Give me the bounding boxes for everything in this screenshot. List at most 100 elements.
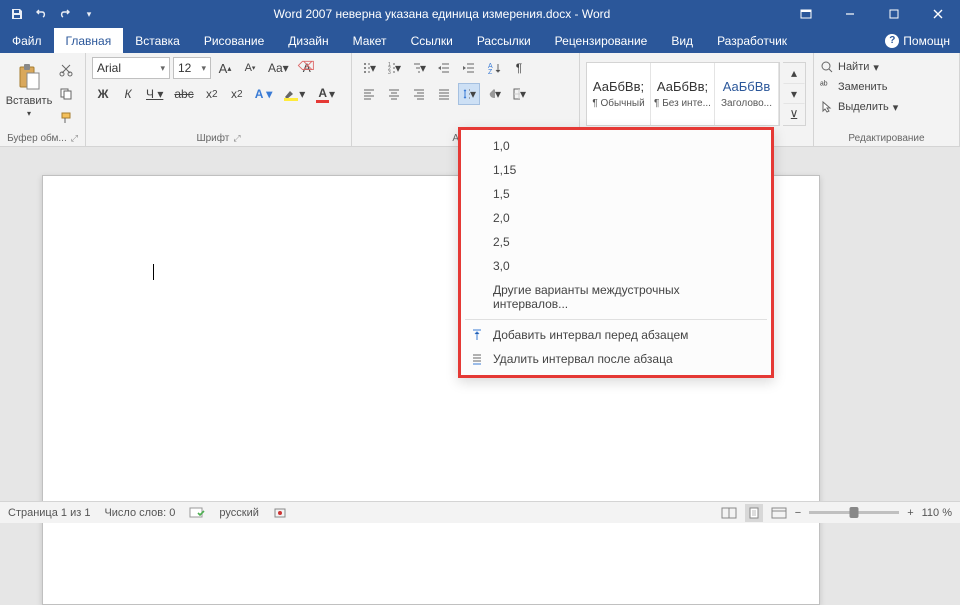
line-spacing-1-5[interactable]: 1,5 (461, 182, 771, 206)
group-font: Arial 12 A▴ A▾ Aa▾ A⌫ Ж К Ч ▾ abc x2 x2 … (86, 53, 352, 146)
borders-icon[interactable]: ▾ (508, 83, 530, 105)
grow-font-icon[interactable]: A▴ (214, 57, 236, 79)
replace-button[interactable]: ᵃᵇЗаменить (820, 77, 953, 97)
strikethrough-icon[interactable]: abc (170, 83, 197, 105)
clear-formatting-icon[interactable]: A⌫ (296, 57, 318, 79)
status-word-count[interactable]: Число слов: 0 (104, 507, 175, 519)
tab-view[interactable]: Вид (659, 28, 705, 53)
highlight-icon[interactable]: ▾ (279, 83, 309, 105)
redo-icon[interactable] (54, 3, 76, 25)
group-clipboard-label: Буфер обм...⤢ (6, 131, 79, 144)
shrink-font-icon[interactable]: A▾ (239, 57, 261, 79)
font-color-icon[interactable]: A ▾ (312, 83, 339, 105)
style-normal[interactable]: АаБбВв; ¶ Обычный (587, 63, 651, 125)
copy-icon[interactable] (55, 83, 77, 105)
bullets-icon[interactable]: ▾ (358, 57, 380, 79)
svg-text:3: 3 (388, 70, 391, 75)
find-button[interactable]: Найти ▾ (820, 57, 953, 77)
align-right-icon[interactable] (408, 83, 430, 105)
save-icon[interactable] (6, 3, 28, 25)
align-left-icon[interactable] (358, 83, 380, 105)
numbering-icon[interactable]: 123▾ (383, 57, 405, 79)
view-web-icon[interactable] (771, 506, 787, 520)
ribbon-display-icon[interactable] (784, 0, 828, 28)
multilevel-list-icon[interactable]: ▾ (408, 57, 430, 79)
align-center-icon[interactable] (383, 83, 405, 105)
close-icon[interactable] (916, 0, 960, 28)
window-controls (784, 0, 960, 28)
help-icon: ? (885, 34, 899, 48)
line-spacing-2-5[interactable]: 2,5 (461, 230, 771, 254)
style-heading[interactable]: АаБбВв Заголово... (715, 63, 779, 125)
increase-indent-icon[interactable] (458, 57, 480, 79)
tab-developer[interactable]: Разработчик (705, 28, 799, 53)
tab-design[interactable]: Дизайн (276, 28, 340, 53)
format-painter-icon[interactable] (55, 107, 77, 129)
decrease-indent-icon[interactable] (433, 57, 455, 79)
tab-insert[interactable]: Вставка (123, 28, 192, 53)
add-space-before-icon (469, 327, 485, 343)
font-launcher-icon[interactable]: ⤢ (233, 133, 240, 143)
tab-home[interactable]: Главная (54, 28, 124, 53)
font-name-select[interactable]: Arial (92, 57, 170, 79)
zoom-out-icon[interactable]: − (795, 507, 801, 519)
font-size-select[interactable]: 12 (173, 57, 211, 79)
minimize-icon[interactable] (828, 0, 872, 28)
text-effects-icon[interactable]: A ▾ (251, 83, 277, 105)
superscript-icon[interactable]: x2 (226, 83, 248, 105)
justify-icon[interactable] (433, 83, 455, 105)
maximize-icon[interactable] (872, 0, 916, 28)
subscript-icon[interactable]: x2 (201, 83, 223, 105)
styles-more-icon[interactable]: ⊻ (783, 104, 805, 125)
underline-icon[interactable]: Ч ▾ (142, 83, 167, 105)
change-case-icon[interactable]: Aa▾ (264, 57, 293, 79)
text-cursor (153, 264, 154, 280)
line-spacing-menu: 1,0 1,15 1,5 2,0 2,5 3,0 Другие варианты… (458, 127, 774, 378)
line-spacing-1-15[interactable]: 1,15 (461, 158, 771, 182)
remove-space-after[interactable]: Удалить интервал после абзаца (461, 347, 771, 371)
add-space-before[interactable]: Добавить интервал перед абзацем (461, 323, 771, 347)
view-print-icon[interactable] (745, 504, 763, 522)
select-button[interactable]: Выделить ▾ (820, 97, 953, 117)
status-macro-icon[interactable] (273, 506, 287, 520)
title-bar: ▾ Word 2007 неверна указана единица изме… (0, 0, 960, 28)
styles-gallery[interactable]: АаБбВв; ¶ Обычный АаБбВв; ¶ Без инте... … (586, 62, 780, 126)
status-page[interactable]: Страница 1 из 1 (8, 507, 90, 519)
tab-review[interactable]: Рецензирование (543, 28, 660, 53)
status-spellcheck-icon[interactable] (189, 506, 205, 520)
tab-file[interactable]: Файл (0, 28, 54, 53)
svg-text:Z: Z (488, 69, 493, 75)
style-no-spacing[interactable]: АаБбВв; ¶ Без инте... (651, 63, 715, 125)
line-spacing-3-0[interactable]: 3,0 (461, 254, 771, 278)
bold-icon[interactable]: Ж (92, 83, 114, 105)
status-language[interactable]: русский (219, 507, 258, 519)
group-clipboard: Вставить ▾ Буфер обм...⤢ (0, 53, 86, 146)
undo-icon[interactable] (30, 3, 52, 25)
clipboard-launcher-icon[interactable]: ⤢ (71, 133, 78, 143)
sort-icon[interactable]: AZ (483, 57, 505, 79)
show-marks-icon[interactable]: ¶ (508, 57, 530, 79)
remove-space-after-icon (469, 351, 485, 367)
italic-icon[interactable]: К (117, 83, 139, 105)
paste-button[interactable]: Вставить ▾ (6, 57, 52, 123)
tab-mailings[interactable]: Рассылки (465, 28, 543, 53)
line-spacing-more[interactable]: Другие варианты междустрочных интервалов… (461, 278, 771, 316)
styles-scroll-up-icon[interactable]: ▴ (783, 63, 805, 84)
line-spacing-icon[interactable]: ▾ (458, 83, 480, 105)
zoom-in-icon[interactable]: + (907, 507, 913, 519)
cut-icon[interactable] (55, 59, 77, 81)
styles-scroll-down-icon[interactable]: ▾ (783, 84, 805, 105)
qat-dropdown-icon[interactable]: ▾ (78, 3, 100, 25)
help-tell-me[interactable]: ? Помощн (885, 28, 960, 53)
view-read-icon[interactable] (721, 506, 737, 520)
zoom-level[interactable]: 110 % (922, 507, 952, 519)
tab-draw[interactable]: Рисование (192, 28, 276, 53)
tab-references[interactable]: Ссылки (399, 28, 465, 53)
line-spacing-2-0[interactable]: 2,0 (461, 206, 771, 230)
shading-icon[interactable]: ▾ (483, 83, 505, 105)
tab-layout[interactable]: Макет (341, 28, 399, 53)
line-spacing-1-0[interactable]: 1,0 (461, 134, 771, 158)
group-editing: Найти ▾ ᵃᵇЗаменить Выделить ▾ Редактиров… (814, 53, 960, 146)
zoom-slider[interactable] (809, 511, 899, 514)
paste-label: Вставить (6, 95, 53, 107)
